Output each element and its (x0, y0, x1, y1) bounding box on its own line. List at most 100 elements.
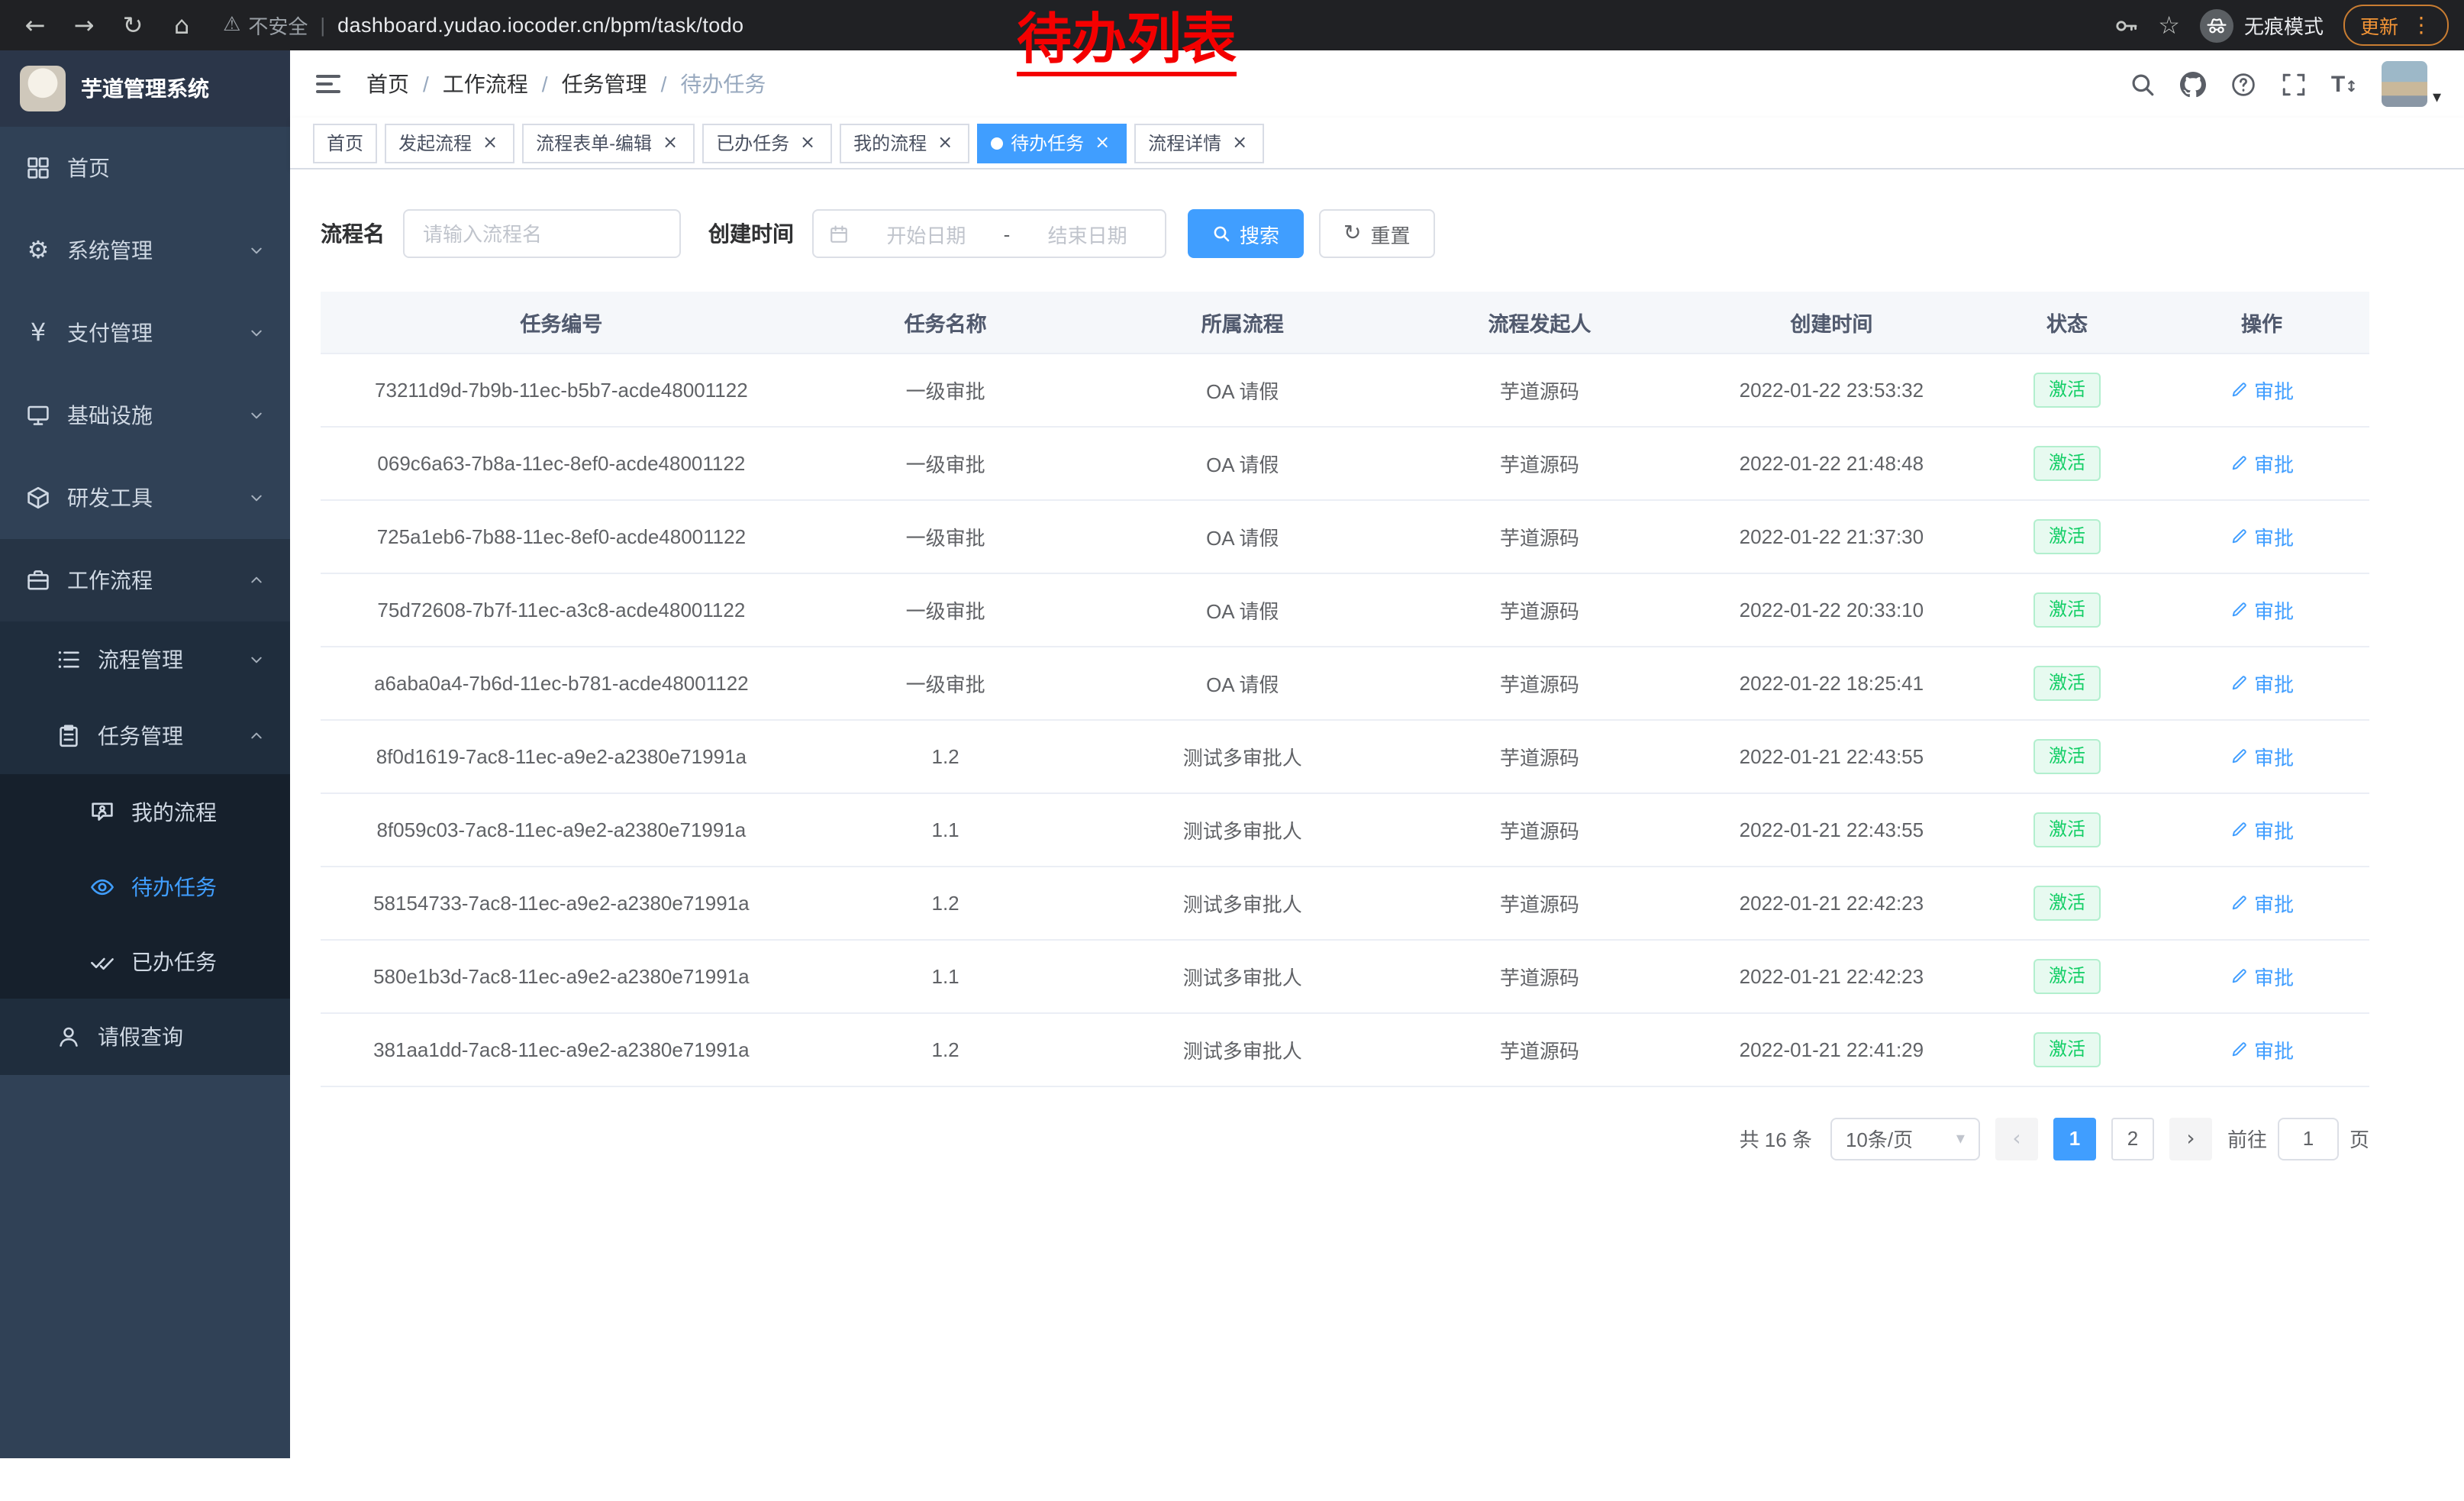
table-row: 8f059c03-7ac8-11ec-a9e2-a2380e71991a 1.1… (321, 792, 2369, 866)
close-icon[interactable]: × (934, 132, 956, 153)
close-icon[interactable]: × (797, 132, 818, 153)
cell-status: 激活 (1980, 573, 2154, 646)
sidebar-item[interactable]: 工作流程 (0, 539, 290, 621)
approve-link[interactable]: 审批 (2230, 1035, 2294, 1064)
edit-icon (2230, 527, 2248, 545)
fullscreen-icon[interactable] (2281, 71, 2307, 97)
approve-link[interactable]: 审批 (2230, 815, 2294, 844)
cell-process: 测试多审批人 (1088, 1012, 1396, 1086)
goto-suffix: 页 (2350, 1124, 2369, 1153)
reset-button[interactable]: ↻ 重置 (1319, 209, 1435, 258)
sidebar-item[interactable]: 我的流程 (0, 774, 290, 849)
cell-process: OA 请假 (1088, 646, 1396, 719)
tab[interactable]: 流程表单-编辑 × (522, 123, 695, 163)
column-header: 流程发起人 (1396, 292, 1683, 353)
name-filter-input[interactable] (403, 209, 681, 258)
cell-task-name: 1.1 (802, 792, 1089, 866)
cell-action: 审批 (2154, 499, 2369, 573)
approve-link[interactable]: 审批 (2230, 888, 2294, 917)
total-count: 共 16 条 (1740, 1124, 1812, 1153)
next-page-button[interactable]: › (2169, 1117, 2212, 1160)
status-badge: 激活 (2033, 1031, 2101, 1067)
approve-link[interactable]: 审批 (2230, 375, 2294, 404)
sidebar-item[interactable]: ⚙ 系统管理 (0, 209, 290, 292)
forward-icon[interactable]: → (64, 5, 104, 45)
sidebar-item[interactable]: 基础设施 (0, 374, 290, 457)
double-check-icon (89, 949, 116, 973)
sidebar-item[interactable]: 已办任务 (0, 924, 290, 999)
goto-page-input[interactable] (2278, 1117, 2339, 1160)
address-bar[interactable]: ⚠ 不安全 | dashboard.yudao.iocoder.cn/bpm/t… (223, 11, 744, 40)
approve-link[interactable]: 审批 (2230, 448, 2294, 477)
refresh-icon: ↻ (1343, 223, 1361, 244)
yen-icon: ¥ (24, 321, 52, 345)
cell-process: 测试多审批人 (1088, 792, 1396, 866)
back-icon[interactable]: ← (15, 5, 55, 45)
approve-link[interactable]: 审批 (2230, 961, 2294, 990)
close-icon[interactable]: × (1229, 132, 1250, 153)
tab[interactable]: 首页 (313, 123, 377, 163)
cell-action: 审批 (2154, 426, 2369, 499)
sidebar-collapse-icon[interactable] (313, 69, 343, 99)
cell-task-id: 381aa1dd-7ac8-11ec-a9e2-a2380e71991a (321, 1012, 802, 1086)
cell-task-id: 75d72608-7b7f-11ec-a3c8-acde48001122 (321, 573, 802, 646)
approve-link[interactable]: 审批 (2230, 521, 2294, 550)
breadcrumb-item[interactable]: 首页 (366, 69, 409, 99)
sidebar-item[interactable]: 待办任务 (0, 849, 290, 924)
home-icon[interactable]: ⌂ (162, 5, 202, 45)
sidebar-item[interactable]: 任务管理 (0, 698, 290, 774)
key-icon[interactable] (2114, 13, 2138, 37)
help-icon[interactable] (2230, 71, 2256, 97)
sidebar-item[interactable]: 请假查询 (0, 999, 290, 1075)
sidebar-item[interactable]: 研发工具 (0, 457, 290, 539)
breadcrumb: 首页/工作流程/任务管理/待办任务 (366, 69, 766, 99)
close-icon[interactable]: × (479, 132, 501, 153)
chevron-down-icon (247, 650, 266, 669)
edit-icon (2230, 820, 2248, 838)
column-header: 任务名称 (802, 292, 1089, 353)
search-button[interactable]: 搜索 (1188, 209, 1304, 258)
breadcrumb-item[interactable]: 工作流程 (443, 69, 528, 99)
close-icon[interactable]: × (660, 132, 681, 153)
column-header: 操作 (2154, 292, 2369, 353)
cell-initiator: 芋道源码 (1396, 499, 1683, 573)
github-icon[interactable] (2180, 71, 2206, 97)
page-number[interactable]: 2 (2111, 1117, 2154, 1160)
close-icon[interactable]: × (1092, 132, 1113, 153)
cell-initiator: 芋道源码 (1396, 792, 1683, 866)
tab[interactable]: 我的流程 × (840, 123, 969, 163)
tab[interactable]: 流程详情 × (1134, 123, 1264, 163)
search-icon[interactable] (2130, 71, 2156, 97)
breadcrumb-item[interactable]: 任务管理 (562, 69, 647, 99)
date-range-picker[interactable]: 开始日期 - 结束日期 (812, 209, 1166, 258)
reload-icon[interactable]: ↻ (113, 5, 153, 45)
prev-page-button[interactable]: ‹ (1995, 1117, 2038, 1160)
page-size-select[interactable]: 10条/页 ▾ (1830, 1117, 1980, 1160)
cell-process: 测试多审批人 (1088, 719, 1396, 792)
sidebar-item[interactable]: 流程管理 (0, 621, 290, 698)
table-body: 73211d9d-7b9b-11ec-b5b7-acde48001122 一级审… (321, 353, 2369, 1086)
tab[interactable]: 待办任务 × (977, 123, 1127, 163)
browser-menu-icon[interactable]: ⋮ (2411, 15, 2432, 36)
user-menu[interactable]: ▾ (2382, 61, 2441, 107)
sidebar-item[interactable]: ¥ 支付管理 (0, 292, 290, 374)
font-size-icon[interactable]: T↕ (2331, 71, 2358, 97)
star-icon[interactable]: ☆ (2158, 13, 2180, 37)
workflow-icon (24, 568, 52, 592)
approve-link[interactable]: 审批 (2230, 668, 2294, 697)
approve-link[interactable]: 审批 (2230, 595, 2294, 624)
security-chip[interactable]: ⚠ 不安全 (223, 11, 308, 40)
filter-bar: 流程名 创建时间 开始日期 - 结束日期 (321, 209, 2433, 258)
page-number[interactable]: 1 (2053, 1117, 2096, 1160)
update-button[interactable]: 更新 ⋮ (2343, 5, 2449, 46)
cell-action: 审批 (2154, 792, 2369, 866)
tab[interactable]: 已办任务 × (702, 123, 832, 163)
cell-task-name: 一级审批 (802, 353, 1089, 426)
goto-label: 前往 (2227, 1124, 2267, 1153)
table-row: 8f0d1619-7ac8-11ec-a9e2-a2380e71991a 1.2… (321, 719, 2369, 792)
logo-row[interactable]: 芋道管理系统 (0, 50, 290, 127)
table-row: 75d72608-7b7f-11ec-a3c8-acde48001122 一级审… (321, 573, 2369, 646)
approve-link[interactable]: 审批 (2230, 741, 2294, 770)
tab[interactable]: 发起流程 × (385, 123, 514, 163)
sidebar-item[interactable]: 首页 (0, 127, 290, 209)
